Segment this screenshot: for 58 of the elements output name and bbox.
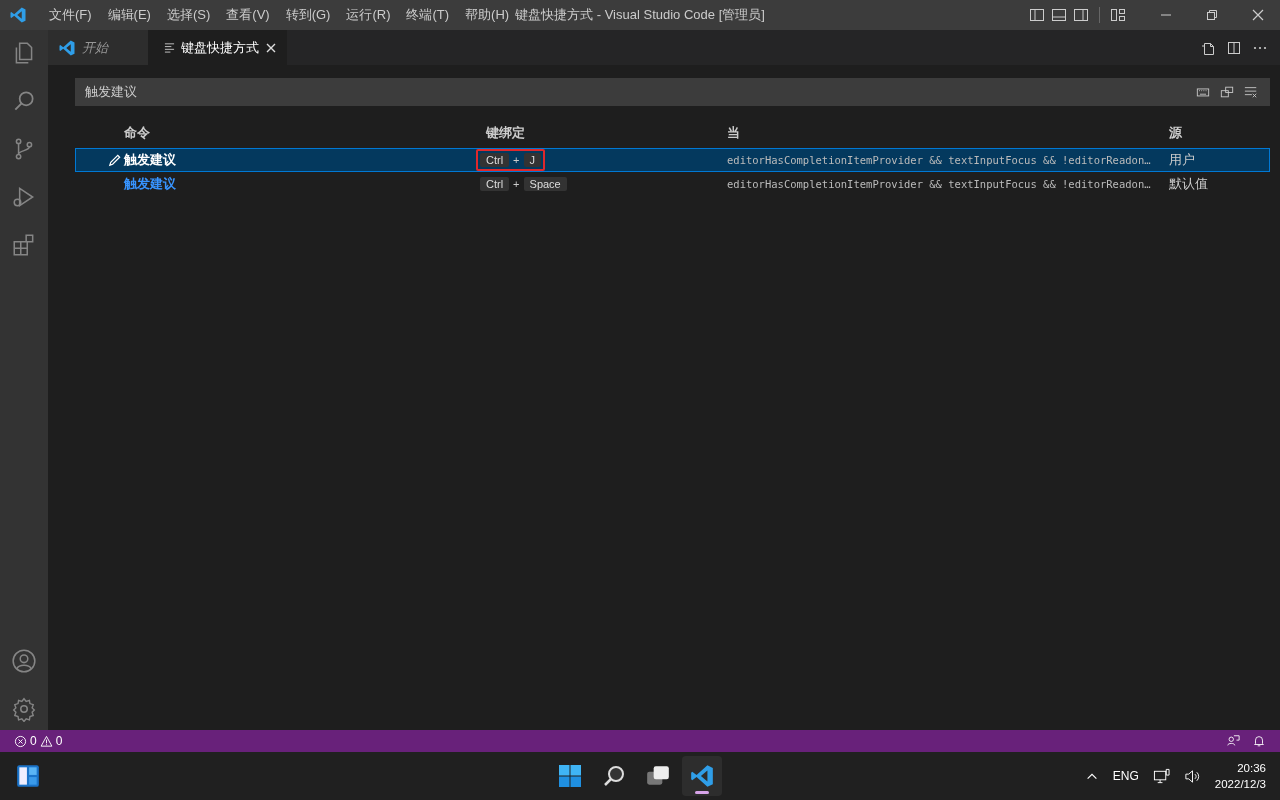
problems-indicator[interactable]: 0 0 (14, 734, 63, 748)
widgets-icon[interactable] (15, 763, 41, 789)
pencil-icon[interactable] (107, 152, 122, 168)
menu-item[interactable]: 终端(T) (398, 6, 458, 24)
menu-item[interactable]: 文件(F) (41, 6, 100, 24)
editor-tab[interactable]: 开始 (48, 30, 148, 65)
search-field[interactable]: 触发建议 (75, 78, 1270, 106)
windows-logo-icon (558, 764, 582, 788)
network-icon[interactable] (1152, 767, 1170, 785)
language-indicator[interactable]: ENG (1112, 769, 1139, 783)
sort-icon[interactable] (1220, 85, 1234, 99)
close-icon[interactable] (1250, 7, 1266, 23)
layout-icon[interactable] (1029, 7, 1045, 23)
bell-icon[interactable] (1252, 734, 1266, 748)
command-name: 触发建议 (124, 151, 177, 169)
keyboard-icon[interactable] (1196, 85, 1210, 99)
menu-item[interactable]: 编辑(E) (99, 6, 159, 24)
when-clause: editorHasCompletionItemProvider && textInputFocus && !editorReadon… (727, 178, 1152, 190)
command-name: 触发建议 (124, 175, 177, 193)
source-label: 用户 (1169, 151, 1196, 169)
key-label: Ctrl (480, 153, 510, 167)
feedback-icon[interactable] (1226, 734, 1240, 748)
vscode-logo-icon (58, 38, 76, 57)
column-header: 源 (1169, 124, 1183, 142)
editor-tab[interactable]: 键盘快捷方式 (148, 30, 287, 65)
clear-filter-icon[interactable] (1244, 85, 1258, 99)
key-label: J (523, 153, 542, 167)
key-label: Ctrl (480, 177, 510, 191)
plus-sign: + (513, 154, 520, 166)
search-icon (602, 764, 626, 788)
when-clause: editorHasCompletionItemProvider && textInputFocus && !editorReadon… (727, 154, 1152, 166)
source-label: 默认值 (1169, 175, 1209, 193)
vscode-taskbar-button[interactable] (682, 756, 722, 796)
key-label: Space (523, 177, 567, 191)
volume-icon[interactable] (1183, 767, 1201, 785)
clock[interactable]: 20:36 2022/12/3 (1214, 760, 1266, 792)
split-editor-icon[interactable] (1226, 39, 1242, 56)
column-header: 命令 (124, 124, 151, 142)
settings-icon[interactable] (11, 696, 37, 722)
column-header: 键绑定 (486, 124, 526, 142)
table-row[interactable]: 触发建议 Ctrl + J editorHasCompletionItemProvider && textInputFocus && !editorReadon… 用户 (75, 148, 1270, 172)
restore-icon[interactable] (1204, 7, 1220, 23)
close-icon[interactable] (265, 41, 277, 54)
window-title: 键盘快捷方式 - Visual Studio Code [管理员] (515, 6, 765, 24)
table-row[interactable]: 触发建议 Ctrl + Space editorHasCompletionItemProvider && textInputFocus && !editorReadon… 默认值 (75, 172, 1270, 196)
layout-icon[interactable] (1110, 7, 1126, 23)
layout-icon[interactable] (1051, 7, 1067, 23)
account-icon[interactable] (11, 648, 37, 674)
layout-icon[interactable] (1073, 7, 1089, 23)
menu-item[interactable]: 转到(G) (277, 6, 339, 24)
plus-sign: + (513, 178, 520, 190)
menu-item[interactable]: 运行(R) (338, 6, 399, 24)
vscode-logo-icon (689, 763, 715, 789)
lines-icon (164, 42, 175, 53)
menu-item[interactable]: 查看(V) (218, 6, 278, 24)
vscode-logo-icon (9, 6, 27, 24)
column-header: 当 (727, 124, 741, 142)
menu-item[interactable]: 选择(S) (158, 6, 219, 24)
